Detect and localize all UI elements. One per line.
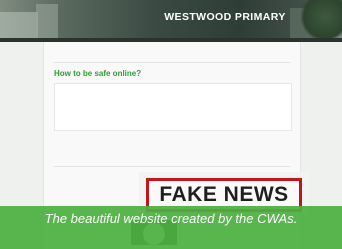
photo-caption: The beautiful website created by the CWA… bbox=[0, 206, 342, 249]
site-title[interactable]: WESTWOOD PRIMARY bbox=[150, 11, 300, 23]
divider bbox=[54, 62, 290, 63]
hero-tree bbox=[300, 0, 342, 42]
hero-building bbox=[36, 4, 58, 42]
info-card bbox=[54, 83, 292, 131]
divider bbox=[54, 166, 290, 167]
hero-banner: WESTWOOD PRIMARY bbox=[0, 0, 342, 42]
section-heading: How to be safe online? bbox=[54, 69, 142, 78]
screenshot: WESTWOOD PRIMARY How to be safe online? … bbox=[0, 0, 342, 249]
